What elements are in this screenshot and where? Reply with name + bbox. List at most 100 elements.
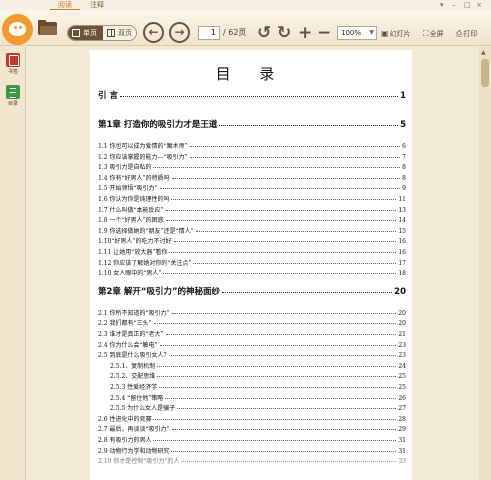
chevron-down-icon: ▼	[369, 29, 374, 36]
toc-page-number: 5	[400, 120, 406, 130]
toc-entry-title: 2.5.4 “留住他”策略	[110, 394, 164, 402]
app-logo-icon[interactable]	[2, 14, 33, 45]
toc-row[interactable]: 2.10 你才是控制“吸引力”的人 33	[98, 456, 406, 465]
toc-row[interactable]: 1.11 让她用“放大器”看你 16	[98, 247, 406, 256]
dot-leader	[153, 323, 397, 325]
rotate-left-icon[interactable]: ↺	[257, 23, 271, 43]
toc-row[interactable]: 1.8 一个“好男人”的困惑 14	[98, 215, 406, 224]
zoom-in-icon[interactable]: +	[298, 23, 312, 43]
prev-page-icon[interactable]: ←	[143, 22, 164, 43]
toc-entry-title: 引 言	[98, 91, 118, 101]
zoom-out-icon[interactable]: −	[317, 23, 331, 43]
toc-row[interactable]: 1.3 吸引力是自私的 8	[98, 162, 406, 171]
toc-row[interactable]: 2.5.4 “留住他”策略 26	[110, 393, 406, 402]
fullscreen-icon: ⛶	[423, 29, 429, 38]
dot-leader	[169, 252, 397, 253]
toc-chapter-row[interactable]: 第2章 解开“吸引力”的神秘面纱 20	[98, 285, 406, 297]
toc-page-number: 11	[398, 196, 406, 203]
toc-row[interactable]: 2.6 性进化中的竞赛 28	[98, 414, 406, 423]
zoom-value: 100%	[341, 29, 362, 37]
scroll-thumb[interactable]	[481, 59, 489, 87]
toc-row[interactable]: 2.5.2、交配思维 25	[110, 371, 406, 380]
print-button[interactable]: ⎙打印	[456, 29, 477, 39]
toc-entry-title: 2.5.5 为什么女人是骗子	[110, 405, 176, 413]
single-page-button[interactable]: 单页	[68, 26, 103, 40]
toc-row[interactable]: 2.2 我们都有“三头” 20	[98, 318, 406, 327]
sidebar-item-toc[interactable]: 目录	[4, 85, 22, 107]
toc-chapter-row[interactable]: 第1章 打造你的吸引力才是王道 5	[98, 118, 406, 130]
toc-row[interactable]: 2.7 最后，再谈谈“吸引力” 29	[98, 424, 406, 433]
window-menu-icon[interactable]: ▾	[440, 1, 444, 9]
toc-row[interactable]: 1.9 你选择做她的“朋友”还是“情人” 15	[98, 226, 406, 235]
dot-leader	[165, 220, 397, 222]
rotate-right-icon[interactable]: ↻	[277, 23, 291, 43]
page-title: 目 录	[215, 65, 287, 83]
open-folder-icon[interactable]	[38, 20, 57, 35]
toc-page-number: 31	[398, 447, 406, 455]
slideshow-button[interactable]: ▣幻灯片	[381, 29, 411, 39]
toc-page-number: 14	[398, 217, 406, 225]
toc-row[interactable]: 2.5 到底是什么吸引女人？ 23	[98, 350, 406, 359]
minimize-icon[interactable]: –	[452, 1, 456, 9]
next-page-icon[interactable]: →	[169, 22, 190, 43]
fullscreen-label: 全屏	[429, 30, 444, 38]
bookmark-icon	[6, 53, 20, 67]
toc-row[interactable]: 2.5.5 为什么女人是骗子 27	[110, 403, 406, 412]
maximize-icon[interactable]: □	[464, 1, 471, 9]
toc-row[interactable]: 2.9 动物行为学和动物研究 31	[98, 446, 406, 455]
dot-leader	[157, 376, 397, 378]
toc-chapter-row[interactable]: 引 言 1	[98, 89, 406, 101]
toc-row[interactable]: 1.4 你有“好男人”的特质吗 8	[98, 173, 406, 182]
toc-row[interactable]: 1.2 你应该掌握的能力—“吸引力” 7	[98, 152, 406, 161]
vertical-scrollbar[interactable]: ▲	[479, 47, 491, 480]
dot-leader	[153, 440, 397, 441]
toc-row[interactable]: 1.12 你应该了解她对你的“关注点” 17	[98, 258, 406, 267]
tab-annotate[interactable]: 注释	[82, 0, 112, 10]
toc-row[interactable]: 2.5.3 性爱经济学 25	[110, 382, 406, 391]
toc-row[interactable]: 1.1 你也可以成为爱情的“魔术师” 6	[98, 141, 406, 150]
toc-row[interactable]: 1.10 女人眼中的“男人” 18	[98, 268, 406, 277]
page-total: / 62页	[223, 28, 247, 37]
dot-leader	[165, 209, 397, 211]
dot-leader	[171, 312, 397, 314]
toc-page-number: 16	[398, 238, 406, 246]
close-icon[interactable]: ×	[476, 1, 482, 9]
toc-entry-title: 第1章 打造你的吸引力才是王道	[98, 120, 218, 130]
double-page-button[interactable]: 双页	[103, 26, 136, 40]
sidebar-item-bookmarks[interactable]: 书签	[4, 53, 22, 75]
toc-entry-title: 2.1 你所不知道的“吸引力”	[98, 309, 170, 317]
toc-row[interactable]: 2.8 有吸引力的男人 31	[98, 435, 406, 444]
toc-page-number: 15	[398, 227, 406, 235]
dot-leader	[181, 461, 397, 463]
dot-leader	[219, 125, 399, 126]
tab-read[interactable]: 阅读	[50, 0, 80, 10]
dot-leader	[171, 429, 397, 431]
tab-bar: 阅读 注释 ▾ – □ ×	[0, 0, 491, 10]
zoom-select[interactable]: 100% ▼	[337, 26, 377, 40]
dot-leader	[171, 450, 397, 452]
toc-row[interactable]: 1.6 你认为你是纯理性的吗 11	[98, 194, 406, 203]
toc-row[interactable]: 1.10“好男人”的吃力不讨好 16	[98, 236, 406, 245]
toc-row[interactable]: 2.1 你所不知道的“吸引力” 20	[98, 308, 406, 317]
toc-row[interactable]: 1.7 什么叫做“本能反应” 13	[98, 205, 406, 214]
toc-entry-title: 2.6 性进化中的竞赛	[98, 415, 152, 423]
toc-row[interactable]: 2.3 谁才是真正的“老大” 21	[98, 329, 406, 338]
print-label: 打印	[463, 30, 478, 38]
toc-row[interactable]: 2.5.1、复制机制 24	[110, 361, 406, 370]
toc-page-number: 31	[398, 437, 406, 444]
toc-page-number: 26	[398, 394, 406, 402]
toc-row[interactable]: 1.5 开始领悟“吸引力” 9	[98, 183, 406, 192]
fullscreen-button[interactable]: ⛶全屏	[423, 29, 444, 39]
toc-page-number: 23	[398, 352, 406, 360]
toc-entry-title: 2.3 谁才是真正的“老大”	[98, 331, 164, 338]
page-number-input[interactable]: 1	[198, 26, 220, 40]
toc-page-number: 29	[398, 426, 406, 434]
toc-page-number: 1	[400, 91, 406, 101]
dot-leader	[153, 418, 397, 420]
toc-entry-title: 2.9 动物行为学和动物研究	[98, 447, 170, 455]
toc-page-number: 16	[398, 249, 406, 256]
toc-page-number: 25	[398, 373, 406, 381]
toolbar: 单页 双页 ← → 1 / 62页 ↺ ↻ + − 100% ▼ ▣幻灯片 ⛶全…	[0, 10, 491, 46]
scroll-up-icon[interactable]: ▲	[481, 49, 486, 56]
toc-row[interactable]: 2.4 你为什么会“触电” 23	[98, 340, 406, 349]
